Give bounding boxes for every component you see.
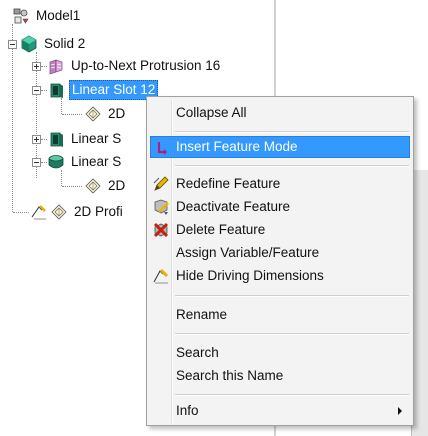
tree-line [62,114,82,115]
tree-item-label: 2D Profi [74,204,123,219]
menu-item-redefine-feature[interactable]: Redefine Feature [150,173,410,195]
menu-item-search[interactable]: Search [150,342,410,364]
profile-sketch-icon [84,105,102,123]
menu-item-label: Delete Feature [176,222,266,237]
tree-line [12,24,13,40]
menu-item-label: Hide Driving Dimensions [176,268,324,283]
redefine-pencil-icon [152,175,170,193]
menu-item-insert-feature-mode[interactable]: Insert Feature Mode [150,136,410,158]
profile-sketch-icon [50,203,68,221]
tree-item-label: Model1 [36,8,81,23]
application-window: Model1 Solid 2 Up-to-Next Protrusion 16 … [0,0,428,436]
tree-item-2d-profile[interactable]: 2D Profi [30,202,125,222]
menu-item-label: Info [176,403,199,418]
tree-item-linear-slot[interactable]: Linear S [47,129,123,149]
vertical-scrollbar[interactable] [412,170,428,436]
collapse-toggle[interactable] [32,86,41,95]
deactivate-icon [152,198,170,216]
menu-separator [175,165,409,167]
solid-body-icon [20,35,38,53]
menu-item-label: Insert Feature Mode [176,139,298,154]
tree-item-label: 2D [108,178,126,193]
menu-item-label: Assign Variable/Feature [176,245,320,260]
tree-line [13,212,29,213]
tree-item-protrusion[interactable]: Up-to-Next Protrusion 16 [47,56,222,76]
tree-item-label: Up-to-Next Protrusion 16 [71,58,221,73]
tree-item-model[interactable]: Model1 [12,6,82,26]
menu-item-label: Rename [176,307,228,322]
expand-toggle[interactable] [32,135,41,144]
tree-line [12,48,13,212]
expand-toggle[interactable] [32,62,41,71]
collapse-toggle[interactable] [32,158,41,167]
tree-item-label: Linear Slot 12 [69,80,159,100]
tree-item-2d-profile[interactable]: 2D [84,176,127,196]
menu-item-label: Search [176,345,219,360]
menu-item-search-this-name[interactable]: Search this Name [150,365,410,387]
menu-item-assign-variable[interactable]: Assign Variable/Feature [150,242,410,264]
slot-feature-icon [47,130,65,148]
menu-item-info[interactable]: Info [150,400,410,422]
tree-line [61,170,62,186]
dimension-icon [152,267,170,285]
tree-item-label: Solid 2 [44,36,86,51]
menu-separator [175,394,409,396]
menu-item-rename[interactable]: Rename [150,304,410,326]
menu-item-label: Collapse All [176,105,247,120]
tree-item-label: 2D [108,106,126,121]
tree-line [62,186,82,187]
menu-item-hide-driving-dimensions[interactable]: Hide Driving Dimensions [150,265,410,287]
menu-separator [175,131,409,133]
profile-sketch-icon [84,177,102,195]
menu-item-label: Redefine Feature [176,176,281,191]
tree-line [61,98,62,114]
model-assembly-icon [12,7,30,25]
profile-dimension-icon [30,203,48,221]
menu-separator [175,333,409,335]
menu-item-deactivate-feature[interactable]: Deactivate Feature [150,196,410,218]
collapse-toggle[interactable] [8,40,17,49]
tree-item-2d-profile[interactable]: 2D [84,104,127,124]
insert-arrow-icon [153,139,171,157]
extrude-feature-icon [47,153,65,171]
menu-item-collapse-all[interactable]: Collapse All [150,102,410,124]
tree-item-label: Linear S [71,131,122,146]
menu-item-label: Deactivate Feature [176,199,291,214]
delete-feature-icon [152,221,170,239]
menu-separator [175,295,409,297]
protrusion-feature-icon [47,57,65,75]
slot-feature-icon [47,81,65,99]
tree-item-linear-slot[interactable]: Linear S [47,152,123,172]
tree-item-label: Linear S [71,154,122,169]
menu-item-delete-feature[interactable]: Delete Feature [150,219,410,241]
submenu-arrow-icon [398,407,402,415]
tree-item-linear-slot-12[interactable]: Linear Slot 12 [47,80,159,100]
context-menu: Collapse All Insert Feature Mode Redefin… [146,96,414,426]
tree-item-solid[interactable]: Solid 2 [20,34,87,54]
menu-item-label: Search this Name [176,368,284,383]
